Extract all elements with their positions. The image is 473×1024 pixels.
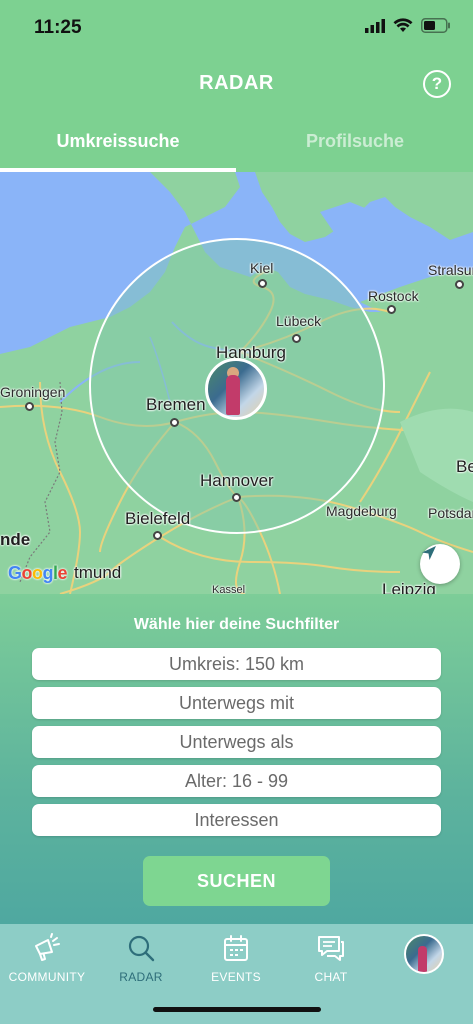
city-label-dortmund: tmund <box>74 563 122 582</box>
city-dot <box>153 531 162 540</box>
city-label-luebeck: Lübeck <box>276 313 322 329</box>
city-dot <box>232 493 241 502</box>
nav-label-radar: RADAR <box>119 970 163 984</box>
city-label-potsdam: Potsdar <box>428 505 473 521</box>
city-dot <box>387 305 396 314</box>
city-label-magdeburg: Magdeburg <box>326 503 397 519</box>
profile-avatar[interactable] <box>404 934 444 974</box>
filter-unterwegs-mit[interactable]: Unterwegs mit <box>32 687 441 719</box>
city-label-rostock: Rostock <box>368 288 419 304</box>
filters-heading: Wähle hier deine Suchfilter <box>133 616 340 633</box>
city-dot <box>455 280 464 289</box>
city-label-nde: nde <box>0 530 31 549</box>
navigation-arrow-icon <box>422 546 436 560</box>
status-time: 11:25 <box>34 17 82 38</box>
nav-item-community[interactable]: COMMUNITY <box>0 924 94 996</box>
question-circle-icon[interactable]: ? <box>423 70 451 98</box>
home-indicator <box>153 1007 321 1012</box>
tab-umkreissuche[interactable]: Umkreissuche <box>0 118 236 172</box>
battery-icon <box>421 18 450 33</box>
filter-interessen[interactable]: Interessen <box>32 804 441 836</box>
city-label-hannover: Hannover <box>200 471 274 490</box>
nav-label-chat: CHAT <box>314 970 348 984</box>
page-title: RADAR <box>199 72 274 94</box>
google-attribution: Google <box>8 563 68 583</box>
calendar-icon <box>224 935 248 961</box>
search-filters-panel: Wähle hier deine Suchfilter Umkreis: 150… <box>0 594 473 924</box>
user-location-avatar[interactable] <box>205 358 267 420</box>
city-label-groningen: Groningen <box>0 384 66 400</box>
city-dot <box>25 402 34 411</box>
city-dot <box>258 279 267 288</box>
filter-umkreis[interactable]: Umkreis: 150 km <box>32 648 441 680</box>
megaphone-icon <box>35 933 60 961</box>
nav-label-events: EVENTS <box>211 970 261 984</box>
city-dot <box>292 334 301 343</box>
status-icons <box>365 18 451 33</box>
signal-icon <box>365 18 385 33</box>
nav-item-radar[interactable]: RADAR <box>94 924 188 996</box>
city-label-be: Be <box>456 457 473 476</box>
search-icon <box>128 935 155 962</box>
city-label-leipzig: Leipzig <box>382 580 436 594</box>
tab-profilsuche[interactable]: Profilsuche <box>237 118 473 172</box>
city-label-bremen: Bremen <box>146 395 206 414</box>
nav-item-chat[interactable]: CHAT <box>284 924 378 996</box>
city-label-stralsund: Stralsun <box>428 262 473 278</box>
search-button[interactable]: SUCHEN <box>143 856 330 906</box>
wifi-icon <box>393 18 413 32</box>
tab-bar: Umkreissuche Profilsuche <box>0 118 473 172</box>
filter-alter[interactable]: Alter: 16 - 99 <box>32 765 441 797</box>
chat-icon <box>318 936 344 961</box>
app-header: 11:25 RADAR ? Umkreissuche Profilsuche <box>0 0 473 172</box>
city-label-bielefeld: Bielefeld <box>125 509 191 528</box>
status-bar: 11:25 <box>0 0 473 56</box>
city-label-kiel: Kiel <box>250 260 274 276</box>
nav-label-community: COMMUNITY <box>8 970 86 984</box>
map-view[interactable]: Kiel Lübeck Hamburg Bremen Hannover Biel… <box>0 172 473 594</box>
my-location-button[interactable] <box>420 544 460 584</box>
city-dot <box>170 418 179 427</box>
filter-unterwegs-als[interactable]: Unterwegs als <box>32 726 441 758</box>
title-row: RADAR ? <box>0 62 473 106</box>
city-label-kassel: Kassel <box>212 584 246 594</box>
nav-item-events[interactable]: EVENTS <box>189 924 283 996</box>
